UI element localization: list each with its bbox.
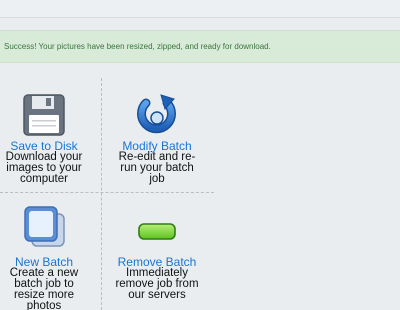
save-to-disk-action[interactable]: Save to Disk Download your images to you… (0, 94, 94, 185)
page: Success! Your pictures have been resized… (0, 0, 400, 310)
header-strip (0, 0, 400, 18)
modify-batch-description: Re-edit and re-run your batch job (118, 151, 196, 185)
remove-batch-action[interactable]: Remove Batch Immediately remove job from… (107, 206, 207, 301)
new-batch-icon (24, 206, 65, 247)
success-message: Success! Your pictures have been resized… (4, 42, 271, 51)
actions-grid: Save to Disk Download your images to you… (0, 78, 214, 310)
remove-bar-icon (138, 223, 176, 240)
grid-divider-vertical (101, 78, 102, 310)
save-to-disk-description: Download your images to your computer (5, 151, 83, 185)
floppy-disk-icon (23, 94, 65, 136)
remove-batch-description: Immediately remove job from our servers (115, 267, 199, 301)
new-batch-action[interactable]: New Batch Create a new batch job to resi… (0, 206, 94, 310)
new-batch-description: Create a new batch job to resize more ph… (9, 267, 79, 310)
modify-batch-action[interactable]: Modify Batch Re-edit and re-run your bat… (107, 94, 207, 185)
success-alert: Success! Your pictures have been resized… (0, 30, 400, 63)
refresh-icon (137, 94, 176, 134)
grid-divider-horizontal (0, 192, 214, 193)
